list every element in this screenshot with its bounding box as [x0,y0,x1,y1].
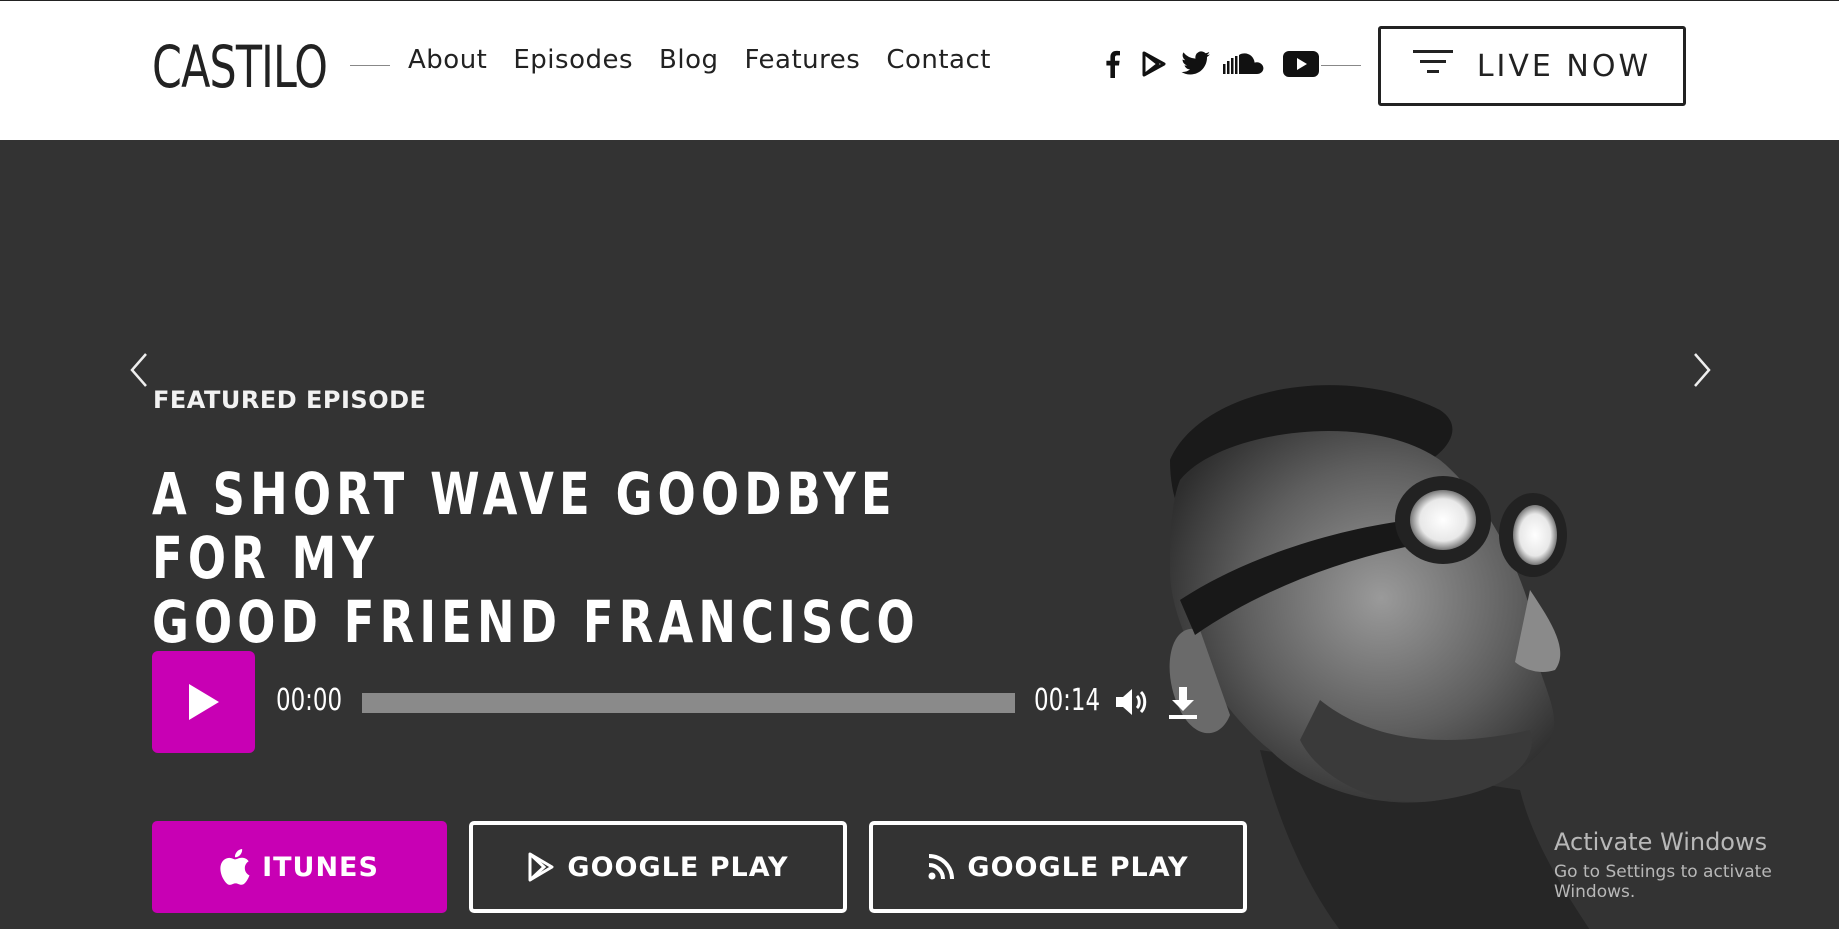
site-logo[interactable]: CASTILO [152,27,328,107]
nav-episodes[interactable]: Episodes [513,45,633,75]
itunes-button[interactable]: ITUNES [152,821,447,913]
nav-contact[interactable]: Contact [886,45,991,75]
play-icon [188,684,219,720]
soundcloud-icon[interactable] [1223,49,1267,79]
current-time: 00:00 [276,683,343,718]
main-nav: About Episodes Blog Features Contact [408,45,991,75]
header-divider [1321,65,1361,66]
apple-icon [220,849,250,885]
rss-icon [928,854,955,880]
nav-about[interactable]: About [408,45,487,75]
volume-button[interactable] [1114,685,1150,719]
chevron-right-icon [1694,353,1711,387]
slider-next-arrow[interactable] [1687,350,1717,390]
filter-icon [1412,48,1453,84]
facebook-icon[interactable] [1097,49,1127,79]
download-button[interactable] [1166,685,1200,721]
youtube-icon[interactable] [1279,49,1323,79]
header-divider [350,65,390,66]
social-links [1097,49,1323,79]
nav-blog[interactable]: Blog [659,45,718,75]
rss-subscribe-button[interactable]: GOOGLE PLAY [869,821,1247,913]
episode-title: A SHORT WAVE GOODBYE FOR MY GOOD FRIEND … [152,462,926,654]
live-now-label: LIVE NOW [1476,48,1652,84]
episode-title-line-2: GOOD FRIEND FRANCISCO [152,588,920,656]
twitter-icon[interactable] [1181,49,1211,79]
volume-icon [1116,689,1147,715]
play-button[interactable] [152,651,255,753]
hero-slider: FEATURED EPISODE A SHORT WAVE GOODBYE FO… [0,140,1839,929]
google-play-label: GOOGLE PLAY [567,851,789,883]
activate-windows-subtitle: Go to Settings to activate Windows. [1554,862,1772,902]
itunes-label: ITUNES [262,851,379,883]
chevron-left-icon [130,353,147,387]
live-now-button[interactable]: LIVE NOW [1378,26,1686,106]
google-play-icon[interactable] [1139,49,1169,79]
duration-time: 00:14 [1034,683,1101,718]
nav-features[interactable]: Features [745,45,861,75]
rss-label: GOOGLE PLAY [967,851,1189,883]
activate-windows-title: Activate Windows [1554,828,1768,856]
google-play-icon [528,852,554,882]
google-play-button[interactable]: GOOGLE PLAY [469,821,847,913]
slider-prev-arrow[interactable] [124,350,154,390]
featured-episode-label: FEATURED EPISODE [153,386,427,414]
audio-progress-bar[interactable] [362,693,1015,713]
download-icon [1169,687,1197,719]
site-header: CASTILO About Episodes Blog Features Con… [0,0,1839,140]
episode-title-line-1: A SHORT WAVE GOODBYE FOR MY [152,460,897,592]
